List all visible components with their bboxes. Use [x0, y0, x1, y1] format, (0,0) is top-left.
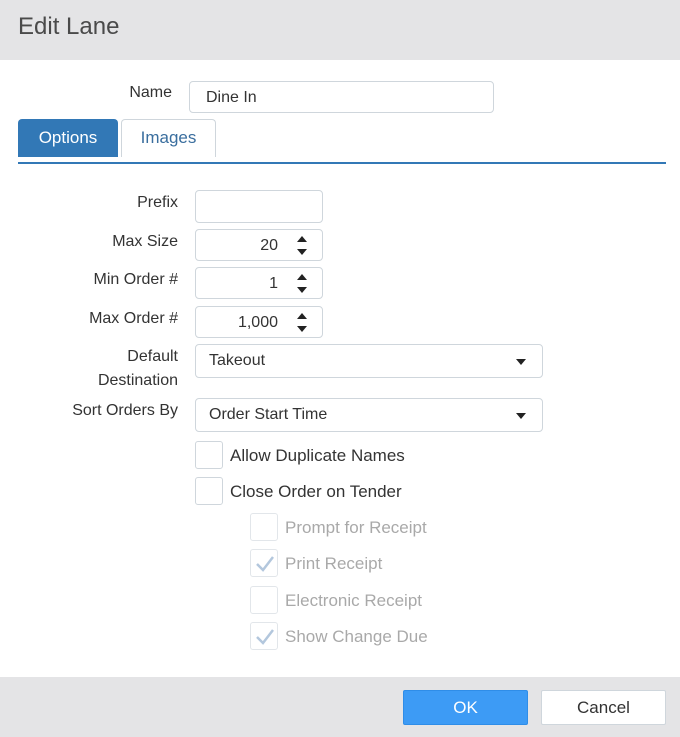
name-input-value: Dine In: [206, 89, 257, 106]
chevron-down-icon[interactable]: [516, 359, 526, 365]
increment-icon[interactable]: [297, 313, 307, 319]
min-order-spinner[interactable]: [296, 273, 308, 295]
max-size-label: Max Size: [112, 233, 178, 250]
electronic-receipt-checkbox[interactable]: [250, 586, 278, 614]
max-order-value: 1,000: [237, 314, 278, 331]
max-size-value: 20: [260, 237, 278, 254]
name-label: Name: [129, 84, 172, 101]
close-order-on-tender-checkbox[interactable]: [195, 477, 223, 505]
min-order-value: 1: [269, 275, 278, 292]
default-destination-value: Takeout: [209, 352, 266, 369]
max-order-stepper[interactable]: 1,000: [195, 306, 323, 338]
default-destination-label-line1: Default: [127, 348, 178, 365]
tab-images[interactable]: Images: [121, 119, 216, 157]
increment-icon[interactable]: [297, 274, 307, 280]
dialog-title: Edit Lane: [18, 13, 120, 40]
prefix-input[interactable]: [195, 190, 323, 223]
increment-icon[interactable]: [297, 236, 307, 242]
edit-lane-dialog: Edit Lane Name Dine In Options Images Pr…: [0, 0, 680, 737]
min-order-label: Min Order #: [93, 271, 178, 288]
cancel-button[interactable]: Cancel: [541, 690, 666, 725]
prefix-label: Prefix: [137, 194, 178, 211]
ok-button[interactable]: OK: [403, 690, 528, 725]
max-order-spinner[interactable]: [296, 312, 308, 334]
max-size-stepper[interactable]: 20: [195, 229, 323, 261]
allow-duplicate-names-checkbox[interactable]: [195, 441, 223, 469]
name-input[interactable]: Dine In: [189, 81, 494, 113]
checkmark-icon: [256, 629, 274, 645]
sort-orders-by-label: Sort Orders By: [72, 402, 178, 419]
max-order-label: Max Order #: [89, 310, 178, 327]
show-change-due-label: Show Change Due: [285, 627, 428, 646]
show-change-due-checkbox[interactable]: [250, 622, 278, 650]
default-destination-label-line2: Destination: [97, 372, 178, 389]
default-destination-select[interactable]: Takeout: [195, 344, 543, 378]
print-receipt-label: Print Receipt: [285, 554, 383, 573]
max-size-spinner[interactable]: [296, 235, 308, 257]
prompt-for-receipt-label: Prompt for Receipt: [285, 518, 427, 537]
prompt-for-receipt-checkbox[interactable]: [250, 513, 278, 541]
sort-orders-by-value: Order Start Time: [209, 406, 328, 423]
min-order-stepper[interactable]: 1: [195, 267, 323, 299]
tab-divider: [18, 162, 666, 164]
decrement-icon[interactable]: [297, 326, 307, 332]
tab-options[interactable]: Options: [18, 119, 118, 157]
dialog-header: Edit Lane: [0, 0, 680, 60]
electronic-receipt-label: Electronic Receipt: [285, 591, 423, 610]
decrement-icon[interactable]: [297, 287, 307, 293]
close-order-on-tender-label[interactable]: Close Order on Tender: [230, 482, 402, 502]
decrement-icon[interactable]: [297, 249, 307, 255]
chevron-down-icon[interactable]: [516, 413, 526, 419]
allow-duplicate-names-label[interactable]: Allow Duplicate Names: [230, 446, 405, 466]
print-receipt-checkbox[interactable]: [250, 549, 278, 577]
sort-orders-by-select[interactable]: Order Start Time: [195, 398, 543, 432]
checkmark-icon: [256, 556, 274, 572]
